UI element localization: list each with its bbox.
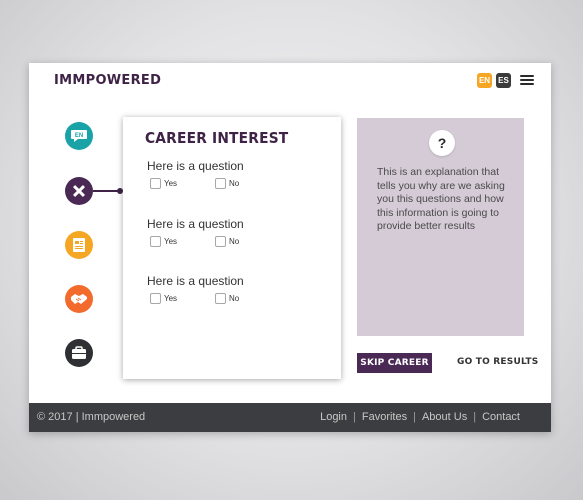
no-checkbox[interactable]: [215, 236, 226, 247]
question-text: Here is a question: [147, 159, 244, 173]
yes-label: Yes: [164, 237, 178, 246]
question-card: CAREER INTEREST Here is a question Yes N…: [123, 117, 341, 379]
login-link[interactable]: Login: [320, 411, 347, 423]
sidebar-item-language[interactable]: EN: [65, 122, 93, 150]
separator: |: [473, 411, 477, 423]
hamburger-icon[interactable]: [520, 75, 534, 86]
contact-link[interactable]: Contact: [482, 411, 520, 423]
no-option[interactable]: No: [215, 236, 239, 247]
sidebar-item-document[interactable]: [65, 231, 93, 259]
info-text: This is an explanation that tells you wh…: [377, 166, 505, 232]
logo[interactable]: IMMPOWERED: [54, 73, 161, 88]
question-text: Here is a question: [147, 217, 244, 231]
pencil-ruler-icon: [73, 185, 85, 197]
no-label: No: [229, 237, 240, 246]
language-es-button[interactable]: ES: [496, 73, 511, 88]
sidebar-item-handshake[interactable]: [65, 285, 93, 313]
favorites-link[interactable]: Favorites: [362, 411, 407, 423]
copyright: © 2017 | Immpowered: [37, 411, 146, 423]
go-to-results-link[interactable]: GO TO RESULTS: [457, 357, 538, 367]
question-mark-icon: ?: [429, 130, 455, 156]
yes-label: Yes: [164, 294, 178, 303]
footer: © 2017 | Immpowered Login | Favorites | …: [29, 403, 551, 432]
question-text: Here is a question: [147, 274, 244, 288]
header: IMMPOWERED EN ES: [29, 63, 551, 103]
separator: |: [353, 411, 356, 423]
footer-links: Login | Favorites | About Us | Contact: [320, 411, 520, 423]
question-item: Here is a question Yes No: [147, 217, 337, 248]
yes-option[interactable]: Yes: [150, 236, 177, 247]
question-item: Here is a question Yes No: [147, 274, 337, 305]
no-checkbox[interactable]: [215, 178, 226, 189]
no-label: No: [229, 179, 240, 188]
sidebar-item-briefcase[interactable]: [65, 339, 93, 367]
sidebar-item-label: EN: [75, 133, 83, 139]
card-title: CAREER INTEREST: [145, 129, 289, 147]
no-option[interactable]: No: [215, 293, 239, 304]
briefcase-icon: [72, 346, 86, 359]
skip-career-button[interactable]: SKIP CAREER: [357, 353, 432, 373]
yes-label: Yes: [164, 179, 178, 188]
about-us-link[interactable]: About Us: [422, 411, 467, 423]
language-en-button[interactable]: EN: [477, 73, 492, 88]
no-label: No: [229, 294, 240, 303]
yes-checkbox[interactable]: [150, 178, 161, 189]
no-option[interactable]: No: [215, 178, 239, 189]
yes-checkbox[interactable]: [150, 293, 161, 304]
yes-checkbox[interactable]: [150, 236, 161, 247]
sidebar-item-career[interactable]: [65, 177, 93, 205]
info-panel: ? This is an explanation that tells you …: [357, 118, 524, 336]
handshake-icon: [71, 294, 87, 304]
no-checkbox[interactable]: [215, 293, 226, 304]
document-icon: [73, 238, 85, 252]
yes-option[interactable]: Yes: [150, 293, 177, 304]
speech-bubble-icon: EN: [71, 130, 87, 142]
yes-option[interactable]: Yes: [150, 178, 177, 189]
app-frame: IMMPOWERED EN ES EN CAREER INTEREST Here…: [29, 63, 551, 432]
question-item: Here is a question Yes No: [147, 159, 337, 190]
separator: |: [413, 411, 416, 423]
